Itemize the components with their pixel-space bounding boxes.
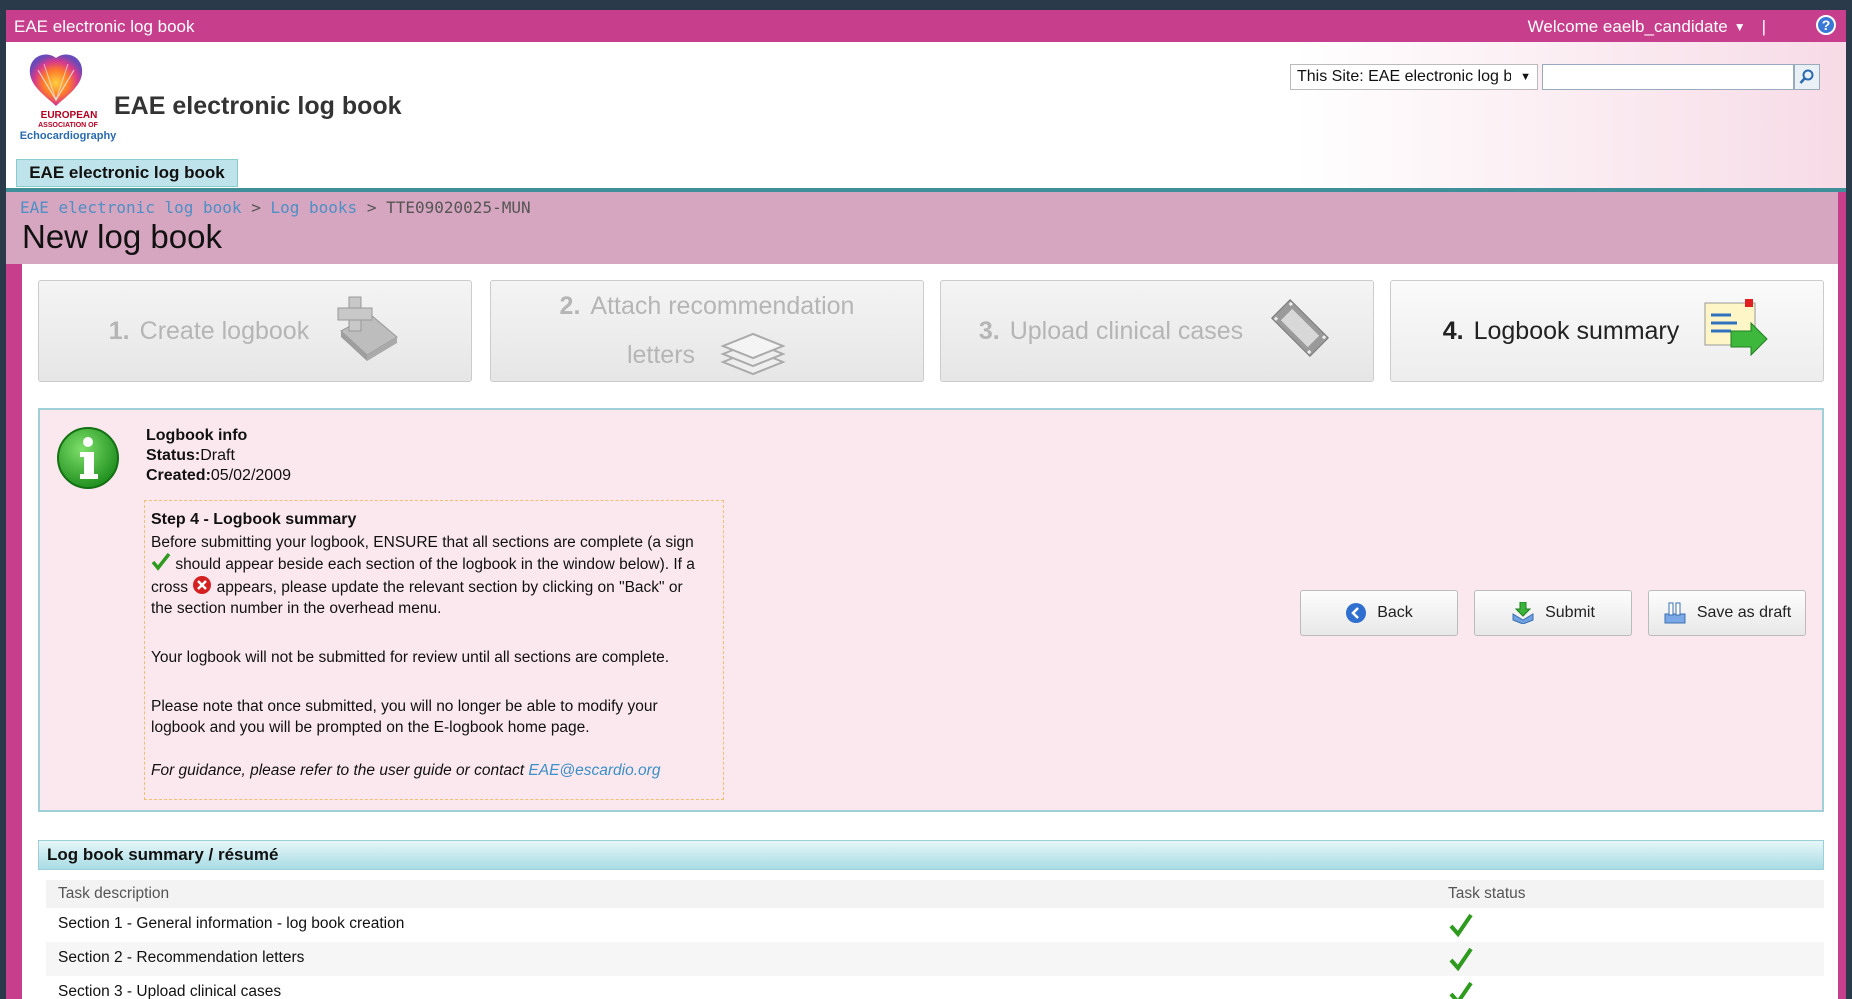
instruction-text: Before submitting your logbook, ENSURE t… <box>151 534 694 551</box>
summary-header: Log book summary / résumé <box>38 840 1824 870</box>
top-bar: EAE electronic log book Welcome eaelb_ca… <box>6 10 1846 42</box>
checkmark-icon <box>1448 947 1474 976</box>
step-label-line1: Attach recommendation <box>590 292 855 320</box>
checkmark-icon <box>1448 981 1474 999</box>
breadcrumb: EAE electronic log book > Log books > TT… <box>20 198 531 217</box>
page-title-band: EAE electronic log book > Log books > TT… <box>6 192 1846 264</box>
film-icon <box>1265 293 1335 370</box>
submit-label: Submit <box>1545 604 1595 621</box>
site-header: EUROPEAN ASSOCIATION OF Echocardiography… <box>6 42 1846 188</box>
instruction-text: Please note that once submitted, you wil… <box>151 698 658 715</box>
step-number: 2. <box>559 292 581 320</box>
tab-eae-log-book[interactable]: EAE electronic log book <box>16 159 238 187</box>
info-panel: Logbook info Status:Draft Created:05/02/… <box>38 408 1824 812</box>
logo-text-2: ASSOCIATION OF <box>38 122 98 129</box>
breadcrumb-separator: > <box>366 198 377 217</box>
logo-text-3: Echocardiography <box>19 130 117 142</box>
breadcrumb-link-logbooks[interactable]: Log books <box>270 198 357 217</box>
step-label: Logbook summary <box>1473 316 1680 345</box>
table-row: Section 1 - General information - log bo… <box>46 908 1824 942</box>
instruction-text: the section number in the overhead menu. <box>151 600 442 617</box>
step-label-line2: letters <box>626 341 696 369</box>
summary-table: Task description Task status Section 1 -… <box>46 880 1824 999</box>
save-draft-button[interactable]: Save as draft <box>1648 590 1806 636</box>
task-description: Section 1 - General information - log bo… <box>58 915 405 932</box>
right-stripe <box>1838 192 1846 999</box>
search-scope-select[interactable]: This Site: EAE electronic log bc ▼ <box>1290 64 1538 90</box>
left-stripe <box>6 264 22 999</box>
task-description: Section 3 - Upload clinical cases <box>58 983 282 999</box>
created-value: 05/02/2009 <box>210 467 291 484</box>
welcome-text: Welcome eaelb_candidate <box>1527 17 1728 36</box>
step-label: Upload clinical cases <box>1009 316 1244 345</box>
info-heading: Logbook info <box>146 427 248 444</box>
page-title: New log book <box>22 218 222 255</box>
welcome-menu[interactable]: Welcome eaelb_candidate ▼ | <box>1528 17 1766 37</box>
site-name-link[interactable]: EAE electronic log book <box>14 17 195 37</box>
step-label: Create logbook <box>139 316 310 345</box>
contact-email-link[interactable]: EAE@escardio.org <box>528 762 660 779</box>
instruction-text: logbook and you will be prompted on the … <box>151 719 590 736</box>
column-header-status: Task status <box>1448 885 1526 902</box>
save-icon <box>1664 602 1686 624</box>
summary-arrow-icon <box>1701 295 1771 368</box>
search-scope-value: This Site: EAE electronic log bc <box>1297 68 1511 85</box>
app-window: EAE electronic log book Welcome eaelb_ca… <box>6 10 1846 999</box>
column-header-task: Task description <box>58 885 170 902</box>
submit-icon <box>1512 602 1534 624</box>
step-4-logbook-summary[interactable]: 4. Logbook summary <box>1390 280 1824 382</box>
instruction-text: Your logbook will not be submitted for r… <box>151 649 670 666</box>
logo-text-1: EUROPEAN <box>40 110 98 121</box>
instruction-text: appears, please update the relevant sect… <box>216 579 683 596</box>
chevron-down-icon: ▼ <box>1733 20 1746 34</box>
created-label: Created: <box>146 467 211 484</box>
search-bar: This Site: EAE electronic log bc ▼ <box>1290 64 1820 90</box>
search-button[interactable] <box>1794 64 1820 90</box>
step-3-upload-cases[interactable]: 3. Upload clinical cases <box>940 280 1374 382</box>
instruction-text: should appear beside each section of the… <box>175 556 695 573</box>
back-label: Back <box>1377 604 1413 621</box>
guidance-text: For guidance, please refer to the user g… <box>151 762 525 779</box>
table-row: Section 2 - Recommendation letters <box>46 942 1824 976</box>
search-input[interactable] <box>1542 64 1794 90</box>
search-icon <box>1799 69 1814 84</box>
heart-logo-icon <box>29 54 83 106</box>
logbook-info: Logbook info Status:Draft Created:05/02/… <box>146 426 291 486</box>
book-plus-icon <box>331 293 401 370</box>
status-label: Status: <box>146 447 201 464</box>
step-number: 4. <box>1442 316 1464 345</box>
step-2-attach-letters[interactable]: 2. Attach recommendation letters <box>490 280 924 382</box>
step-heading: Step 4 - Logbook summary <box>151 511 357 528</box>
task-description: Section 2 - Recommendation letters <box>58 949 305 966</box>
dropdown-arrow-icon: ▼ <box>1520 71 1531 83</box>
back-button[interactable]: Back <box>1300 590 1458 636</box>
instruction-text: cross <box>151 579 189 596</box>
eae-logo[interactable]: EUROPEAN ASSOCIATION OF Echocardiography <box>18 50 118 150</box>
table-header-row: Task description Task status <box>46 880 1824 908</box>
separator: | <box>1761 17 1766 36</box>
status-value: Draft <box>200 447 235 464</box>
submit-button[interactable]: Submit <box>1474 590 1632 636</box>
step-1-create-logbook[interactable]: 1. Create logbook <box>38 280 472 382</box>
checkmark-icon <box>151 552 175 573</box>
site-title: EAE electronic log book <box>114 92 402 120</box>
info-icon <box>56 426 120 495</box>
save-draft-label: Save as draft <box>1696 604 1792 621</box>
step-number: 1. <box>108 316 130 345</box>
table-row: Section 3 - Upload clinical cases <box>46 976 1824 999</box>
help-icon[interactable]: ? <box>1816 15 1836 35</box>
step-instructions: Step 4 - Logbook summary Before submitti… <box>144 500 724 800</box>
cross-icon <box>192 576 216 596</box>
checkmark-icon <box>1448 913 1474 942</box>
step-number: 3. <box>978 316 1000 345</box>
back-arrow-icon <box>1346 603 1367 623</box>
layers-icon <box>719 330 787 380</box>
breadcrumb-separator: > <box>251 198 261 217</box>
breadcrumb-current: TTE09020025-MUN <box>386 198 531 217</box>
breadcrumb-link-home[interactable]: EAE electronic log book <box>20 198 242 217</box>
